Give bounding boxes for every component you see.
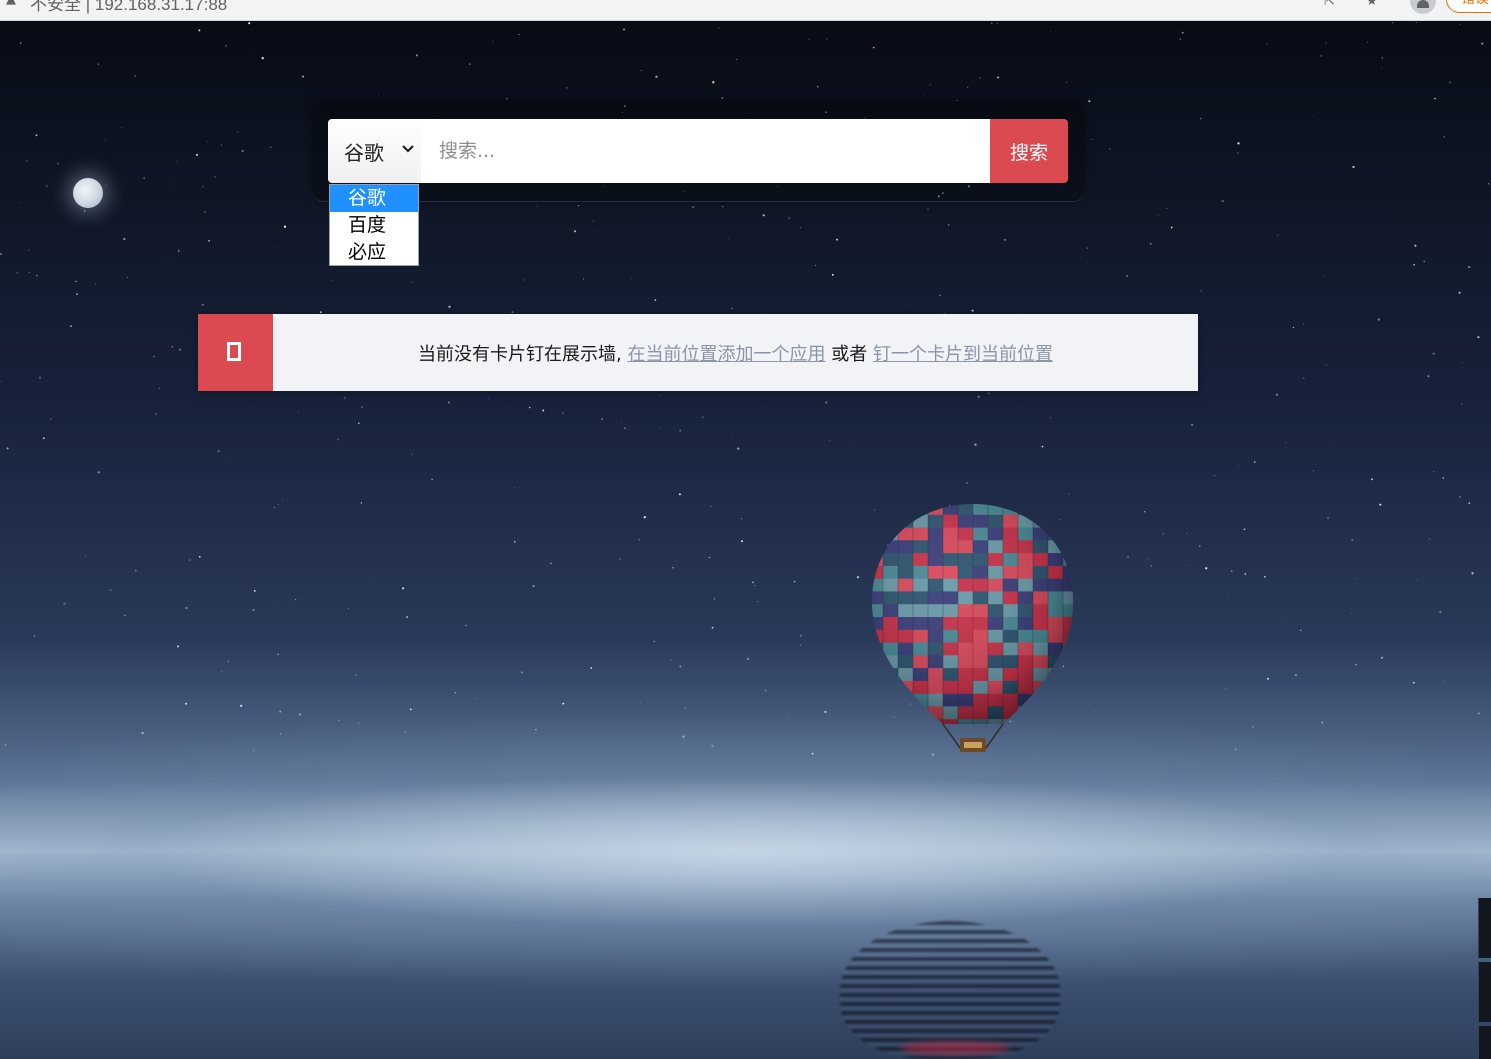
side-widget-top[interactable] — [1478, 898, 1491, 958]
address-text: 192.168.31.17:88 — [94, 0, 228, 14]
share-icon[interactable]: ⇱ — [1324, 0, 1340, 10]
security-label: 不安全 — [30, 0, 81, 14]
add-app-link[interactable]: 在当前位置添加一个应用 — [628, 340, 826, 366]
engine-option-bing[interactable]: 必应 — [330, 239, 418, 266]
hot-air-balloon-image — [872, 504, 1073, 752]
search-engine-select[interactable]: 谷歌 — [328, 119, 421, 183]
chevron-down-icon — [402, 145, 414, 153]
empty-cards-notice: 当前没有卡片钉在展示墙, 在当前位置添加一个应用 或者 钉一个卡片到当前位置 — [198, 314, 1198, 391]
pin-card-link[interactable]: 钉一个卡片到当前位置 — [873, 340, 1053, 366]
reflection-highlight — [900, 1041, 1010, 1055]
side-widget-middle[interactable] — [1478, 962, 1491, 1022]
search-engine-dropdown: 谷歌 百度 必应 — [329, 184, 419, 266]
search-engine-value: 谷歌 — [344, 140, 384, 165]
address-bar[interactable]: 不安全 | 192.168.31.17:88 — [30, 0, 227, 15]
moon-image — [73, 178, 103, 208]
card-icon — [227, 342, 241, 361]
browser-toolbar: ▲ 不安全 | 192.168.31.17:88 ⇱ ★ 错误 — [0, 0, 1491, 21]
side-widget-bottom[interactable] — [1478, 1026, 1491, 1059]
warning-icon: ▲ — [6, 0, 20, 7]
update-button[interactable]: 错误 — [1446, 0, 1491, 13]
notice-icon-box — [198, 314, 273, 391]
balloon-reflection — [840, 921, 1060, 1059]
profile-avatar[interactable] — [1410, 0, 1436, 14]
search-input[interactable] — [421, 119, 990, 183]
notice-text-before: 当前没有卡片钉在展示墙, — [418, 343, 628, 365]
engine-option-baidu[interactable]: 百度 — [330, 212, 418, 239]
search-button[interactable]: 搜索 — [990, 119, 1068, 183]
engine-option-google[interactable]: 谷歌 — [330, 185, 418, 212]
notice-text-middle: 或者 — [825, 343, 873, 365]
bookmark-star-icon[interactable]: ★ — [1366, 0, 1382, 10]
notice-message: 当前没有卡片钉在展示墙, 在当前位置添加一个应用 或者 钉一个卡片到当前位置 — [273, 314, 1198, 391]
